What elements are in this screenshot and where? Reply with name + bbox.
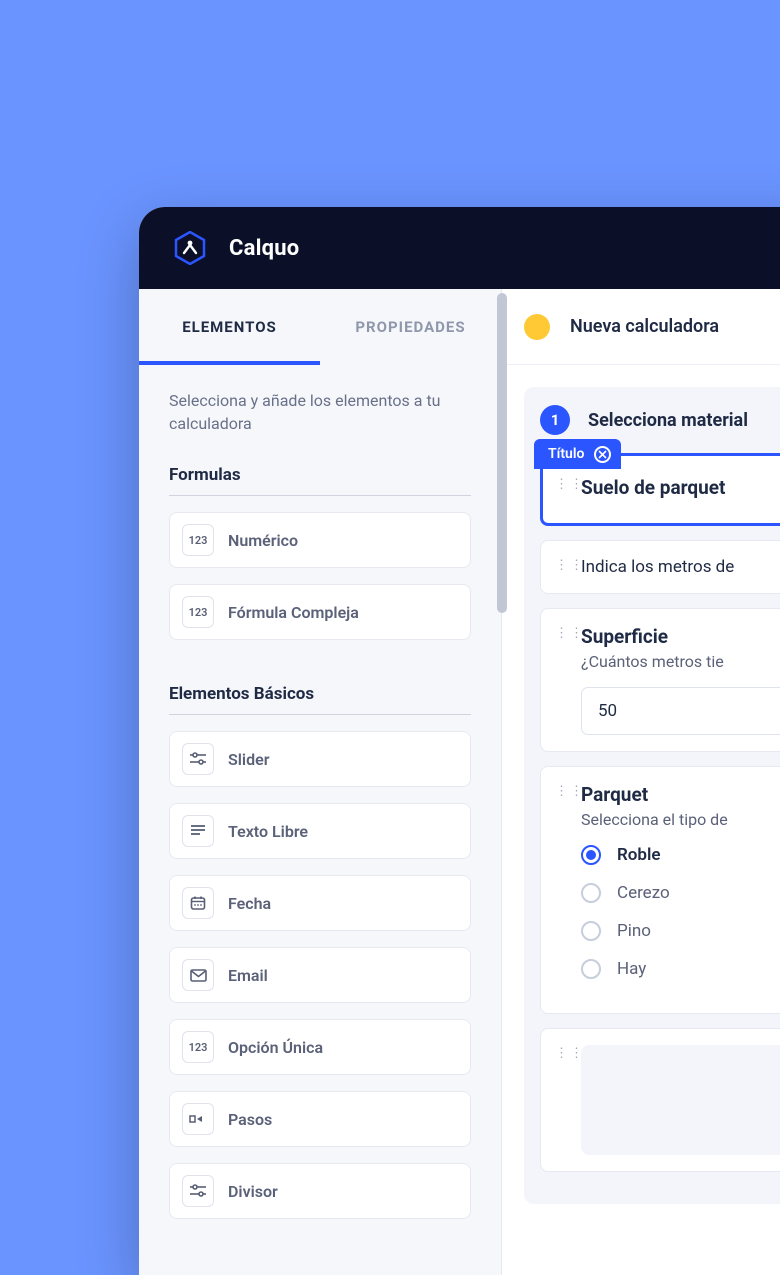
titlebar: Calquo [139,207,780,289]
radio-option-cerezo[interactable]: Cerezo [581,883,780,903]
surface-title: Superficie [581,625,780,648]
step-number-badge: 1 [540,405,570,435]
element-label: Texto Libre [228,822,308,841]
card-title-text: Suelo de parquet [581,476,780,499]
radio-option-hay[interactable]: Hay [581,959,780,979]
element-label: Slider [228,750,269,769]
sliders-icon [182,1175,214,1207]
canvas-header: Nueva calculadora [502,289,780,365]
surface-subtitle: ¿Cuántos metros tie [581,652,780,671]
element-label: Divisor [228,1182,278,1201]
step-container: 1 Selecciona material Título ⋮⋮ Suelo de… [524,387,780,1204]
tab-label: PROPIEDADES [355,318,465,336]
radio-icon [581,883,601,903]
drag-handle-icon[interactable]: ⋮⋮ [555,625,567,636]
text-icon [182,815,214,847]
element-label: Email [228,966,268,985]
element-email[interactable]: Email [169,947,471,1003]
app-title: Calquo [229,236,299,261]
sidebar: ELEMENTOS PROPIEDADES Selecciona y añade… [139,289,501,1275]
step-label[interactable]: Selecciona material [588,410,748,431]
mail-icon [182,959,214,991]
card-subtitle[interactable]: ⋮⋮ Indica los metros de [540,540,780,594]
parquet-subtitle: Selecciona el tipo de [581,810,780,829]
calendar-icon [182,887,214,919]
element-free-text[interactable]: Texto Libre [169,803,471,859]
calculator-title[interactable]: Nueva calculadora [570,316,719,337]
sidebar-body: Selecciona y añade los elementos a tu ca… [139,365,501,1275]
section-formulas-title: Formulas [169,465,471,496]
radio-option-pino[interactable]: Pino [581,921,780,941]
radio-option-roble[interactable]: Roble [581,845,780,865]
drag-handle-icon[interactable]: ⋮⋮ [555,1045,567,1056]
steps-icon [182,1103,214,1135]
radio-label: Roble [617,845,661,865]
element-label: Fórmula Compleja [228,603,359,622]
app-logo-icon [173,231,207,265]
canvas-body: 1 Selecciona material Título ⋮⋮ Suelo de… [502,365,780,1226]
element-label: Opción Única [228,1038,323,1057]
title-chip: Título [534,439,621,469]
card-text: Indica los metros de [581,557,780,577]
card-surface[interactable]: ⋮⋮ Superficie ¿Cuántos metros tie 50 [540,608,780,752]
sidebar-tabs: ELEMENTOS PROPIEDADES [139,289,501,365]
drag-handle-icon[interactable]: ⋮⋮ [555,783,567,794]
canvas: Nueva calculadora 1 Selecciona material … [501,289,780,1275]
radio-icon [581,959,601,979]
chip-label: Título [548,446,584,462]
surface-input[interactable]: 50 [581,687,780,735]
parquet-title: Parquet [581,783,780,806]
drag-handle-icon[interactable]: ⋮⋮ [555,557,567,568]
radio-label: Cerezo [617,883,670,903]
radio-label: Pino [617,921,651,941]
card-parquet[interactable]: ⋮⋮ Parquet Selecciona el tipo de Roble C… [540,766,780,1014]
numeric-icon: 123 [182,1031,214,1063]
element-label: Pasos [228,1110,272,1129]
element-label: Fecha [228,894,271,913]
radio-icon [581,845,601,865]
numeric-icon: 123 [182,596,214,628]
card-placeholder[interactable]: ⋮⋮ [540,1028,780,1172]
step-header: 1 Selecciona material [540,405,780,435]
sidebar-helper: Selecciona y añade los elementos a tu ca… [169,389,471,435]
placeholder-box [581,1045,780,1155]
content-area: ELEMENTOS PROPIEDADES Selecciona y añade… [139,289,780,1275]
tab-elements[interactable]: ELEMENTOS [139,289,320,365]
element-complex-formula[interactable]: 123 Fórmula Compleja [169,584,471,640]
radio-label: Hay [617,959,646,979]
element-divider[interactable]: Divisor [169,1163,471,1219]
tab-label: ELEMENTOS [182,318,277,336]
element-label: Numérico [228,531,298,550]
status-dot-icon [524,314,550,340]
radio-icon [581,921,601,941]
element-numeric[interactable]: 123 Numérico [169,512,471,568]
drag-handle-icon[interactable]: ⋮⋮ [555,476,567,487]
element-steps[interactable]: Pasos [169,1091,471,1147]
app-window: Calquo ELEMENTOS PROPIEDADES Selecciona … [139,207,780,1275]
chip-close-icon[interactable] [594,446,611,463]
element-single-option[interactable]: 123 Opción Única [169,1019,471,1075]
numeric-icon: 123 [182,524,214,556]
tab-properties[interactable]: PROPIEDADES [320,289,501,365]
sidebar-scrollbar[interactable] [497,293,507,613]
element-date[interactable]: Fecha [169,875,471,931]
element-slider[interactable]: Slider [169,731,471,787]
sliders-icon [182,743,214,775]
section-basics-title: Elementos Básicos [169,684,471,715]
